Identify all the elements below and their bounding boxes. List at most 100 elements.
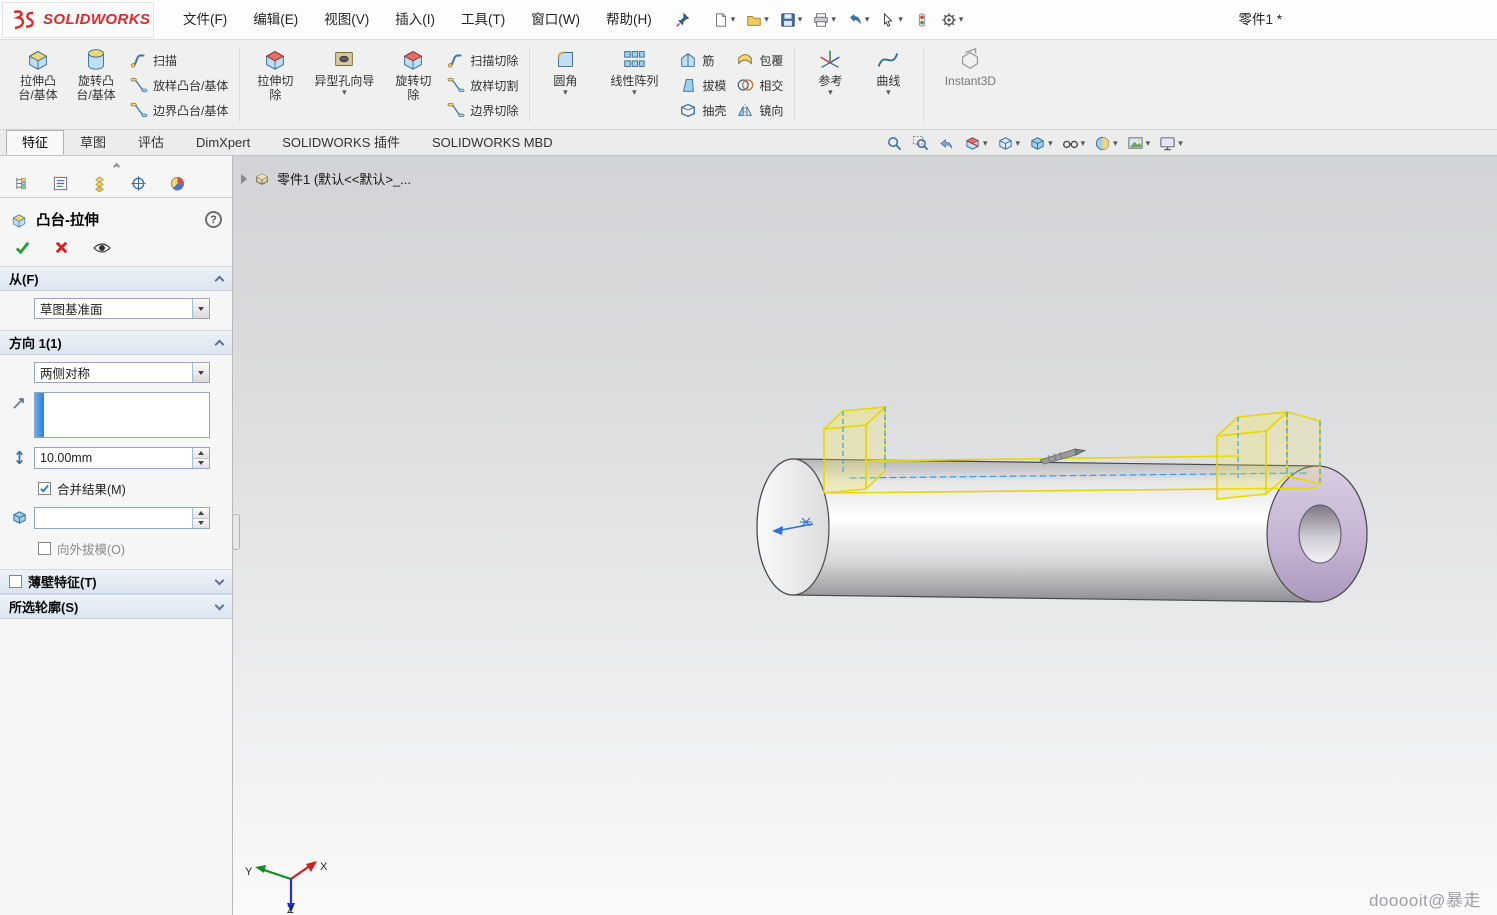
- feature-tree-flyout[interactable]: 零件1 (默认<<默认>_...: [241, 169, 411, 188]
- model-3d-view[interactable]: X Y Z: [233, 156, 1497, 915]
- help-icon[interactable]: ?: [205, 211, 222, 228]
- rebuild-button[interactable]: [910, 9, 934, 31]
- depth-spinner[interactable]: 10.00mm: [34, 447, 210, 469]
- reference-geometry-button[interactable]: 参考 ▾: [801, 43, 859, 127]
- boundary-cut-button[interactable]: 边界切除: [447, 100, 518, 121]
- pin-menu-icon[interactable]: [675, 12, 691, 28]
- from-section-header[interactable]: 从(F): [0, 266, 232, 291]
- curves-button[interactable]: 曲线 ▾: [859, 43, 917, 127]
- save-button[interactable]: ▾: [776, 9, 807, 31]
- panel-splitter-handle[interactable]: [232, 514, 240, 550]
- from-condition-dropdown[interactable]: 草图基准面: [34, 298, 210, 319]
- zoom-fit-icon[interactable]: [886, 135, 903, 152]
- menu-file[interactable]: 文件(F): [170, 0, 240, 40]
- intersect-button[interactable]: 相交: [736, 75, 783, 96]
- direction-reference-box[interactable]: [34, 392, 210, 438]
- undo-button[interactable]: ▾: [843, 9, 874, 31]
- chevron-down-icon[interactable]: ▾: [632, 88, 637, 97]
- spinner-down-button[interactable]: [193, 459, 209, 469]
- chevron-down-icon[interactable]: ▾: [831, 15, 836, 24]
- drag-handle-icon[interactable]: [1040, 449, 1085, 464]
- loft-boss-button[interactable]: 放样凸台/基体: [130, 75, 228, 96]
- revolve-boss-button[interactable]: 旋转凸 台/基体: [67, 43, 125, 127]
- view-settings-icon[interactable]: ▾: [1159, 135, 1183, 152]
- edit-appearance-icon[interactable]: ▾: [1094, 135, 1118, 152]
- chevron-down-icon[interactable]: ▾: [1048, 139, 1053, 148]
- tab-features[interactable]: 特征: [6, 130, 64, 155]
- spinner-down-button[interactable]: [193, 519, 209, 529]
- boundary-boss-button[interactable]: 边界凸台/基体: [130, 100, 228, 121]
- expand-chevron-icon[interactable]: [215, 576, 225, 586]
- tab-dimxpert[interactable]: DimXpert: [180, 130, 266, 155]
- chevron-down-icon[interactable]: ▾: [828, 88, 833, 97]
- revolve-cut-button[interactable]: 旋转切 除: [384, 43, 442, 127]
- menu-help[interactable]: 帮助(H): [593, 0, 665, 40]
- apply-scene-icon[interactable]: ▾: [1127, 135, 1151, 152]
- hide-show-items-icon[interactable]: ▾: [1062, 135, 1086, 152]
- flyout-expand-arrow-icon[interactable]: [241, 174, 247, 184]
- options-button[interactable]: ▾: [937, 9, 968, 31]
- chevron-down-icon[interactable]: ▾: [959, 15, 964, 24]
- display-style-icon[interactable]: ▾: [1029, 135, 1053, 152]
- view-orientation-icon[interactable]: ▾: [997, 135, 1021, 152]
- preview-eye-button[interactable]: [92, 241, 112, 255]
- menu-tools[interactable]: 工具(T): [448, 0, 518, 40]
- sweep-cut-button[interactable]: 扫描切除: [447, 50, 518, 71]
- dropdown-arrow-icon[interactable]: [192, 299, 209, 318]
- chevron-down-icon[interactable]: ▾: [1016, 139, 1021, 148]
- extrude-boss-button[interactable]: 拉伸凸 台/基体: [9, 43, 67, 127]
- shell-button[interactable]: 抽壳: [679, 100, 726, 121]
- chevron-down-icon[interactable]: ▾: [865, 15, 870, 24]
- thin-feature-section-header[interactable]: 薄壁特征(T): [0, 569, 232, 594]
- dropdown-arrow-icon[interactable]: [192, 363, 209, 382]
- expand-chevron-icon[interactable]: [215, 601, 225, 611]
- instant3d-button[interactable]: Instant3D: [930, 43, 1010, 127]
- chevron-down-icon[interactable]: ▾: [983, 139, 988, 148]
- draft-outward-checkbox-row[interactable]: 向外拔模(O): [38, 539, 224, 558]
- property-manager-tab[interactable]: [41, 169, 80, 197]
- end-condition-dropdown[interactable]: 两侧对称: [34, 362, 210, 383]
- menu-view[interactable]: 视图(V): [311, 0, 382, 40]
- chevron-down-icon[interactable]: ▾: [731, 15, 736, 24]
- rib-button[interactable]: 筋: [679, 50, 726, 71]
- spinner-up-button[interactable]: [193, 448, 209, 459]
- tab-sketch[interactable]: 草图: [64, 130, 122, 155]
- thin-feature-checkbox[interactable]: [9, 575, 22, 588]
- hole-wizard-button[interactable]: 异型孔向导 ▾: [304, 43, 384, 127]
- configuration-manager-tab[interactable]: [80, 169, 119, 197]
- selected-contours-section-header[interactable]: 所选轮廓(S): [0, 594, 232, 619]
- select-button[interactable]: ▾: [876, 9, 907, 31]
- chevron-down-icon[interactable]: ▾: [1113, 139, 1118, 148]
- chevron-down-icon[interactable]: ▾: [764, 15, 769, 24]
- previous-view-icon[interactable]: [938, 135, 955, 152]
- feature-manager-tree-tab[interactable]: [2, 169, 41, 197]
- graphics-area[interactable]: 零件1 (默认<<默认>_...: [233, 156, 1497, 915]
- merge-result-checkbox[interactable]: [38, 482, 51, 495]
- direction1-section-header[interactable]: 方向 1(1): [0, 330, 232, 355]
- tab-solidworks-addins[interactable]: SOLIDWORKS 插件: [266, 130, 416, 155]
- chevron-down-icon[interactable]: ▾: [898, 15, 903, 24]
- section-view-icon[interactable]: ▾: [964, 135, 988, 152]
- menu-edit[interactable]: 编辑(E): [240, 0, 311, 40]
- chevron-down-icon[interactable]: ▾: [886, 88, 891, 97]
- print-button[interactable]: ▾: [809, 9, 840, 31]
- mirror-button[interactable]: 镜向: [736, 100, 783, 121]
- tab-evaluate[interactable]: 评估: [122, 130, 180, 155]
- chevron-down-icon[interactable]: ▾: [1178, 139, 1183, 148]
- extrude-cut-button[interactable]: 拉伸切 除: [246, 43, 304, 127]
- chevron-down-icon[interactable]: ▾: [1146, 139, 1151, 148]
- cancel-button[interactable]: [53, 239, 70, 256]
- spinner-up-button[interactable]: [193, 508, 209, 519]
- sweep-boss-button[interactable]: 扫描: [130, 50, 228, 71]
- chevron-down-icon[interactable]: ▾: [798, 15, 803, 24]
- fillet-button[interactable]: 圆角 ▾: [536, 43, 594, 127]
- wrap-button[interactable]: 包覆: [736, 50, 783, 71]
- menu-insert[interactable]: 插入(I): [382, 0, 448, 40]
- collapse-chevron-icon[interactable]: [215, 340, 225, 350]
- chevron-down-icon[interactable]: ▾: [342, 88, 347, 97]
- display-manager-tab[interactable]: [158, 169, 197, 197]
- draft-outward-checkbox[interactable]: [38, 542, 51, 555]
- ok-button[interactable]: [14, 239, 31, 256]
- loft-cut-button[interactable]: 放样切割: [447, 75, 518, 96]
- open-button[interactable]: ▾: [742, 9, 773, 31]
